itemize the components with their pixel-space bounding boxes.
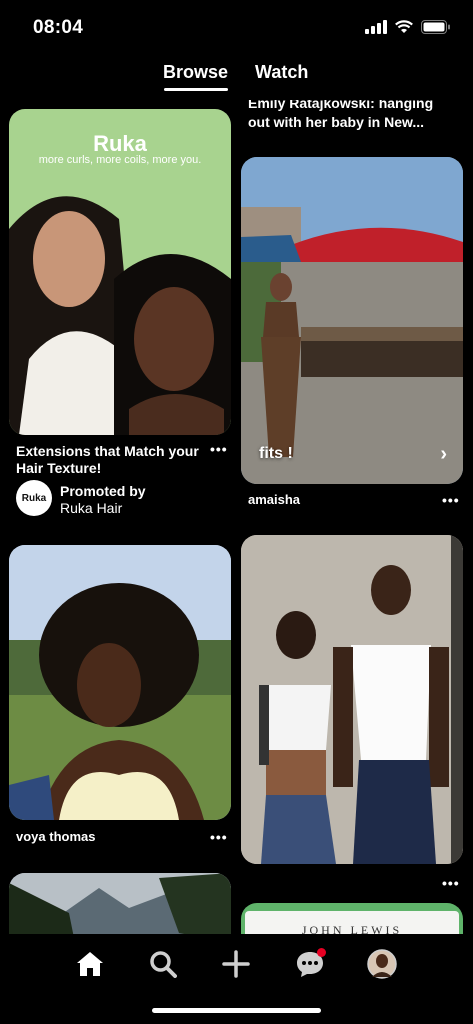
market-photo [241,157,463,484]
pin-voya-more-icon[interactable]: ••• [210,830,228,844]
notification-dot [317,948,326,957]
johnlewis-brand: JOHN LEWIS [301,923,403,934]
home-icon[interactable] [72,946,108,982]
pin-feed: Ruka more curls, more coils, more you. E… [0,100,473,934]
ruka-avatar[interactable]: Ruka [16,480,52,516]
ruka-models-photo [9,196,231,435]
johnlewis-card: JOHN LEWIS [245,911,459,934]
status-icons [365,20,451,34]
home-indicator [152,1008,321,1013]
tab-browse[interactable]: Browse [163,62,228,83]
advertiser-name[interactable]: Ruka Hair [60,500,122,516]
pin-ruka-title-line1[interactable]: Extensions that Match your [16,443,199,460]
top-tabs: Browse Watch [0,60,473,100]
pin-ruka-title-line2[interactable]: Hair Texture! [16,460,101,477]
signal-icon [365,20,387,34]
mountain-photo [9,873,231,934]
promoted-by-label: Promoted by [60,483,146,499]
pin-fits-overlay-text: fits ! [259,445,293,462]
pin-top-title-line2[interactable]: out with her baby in New... [248,114,424,131]
tab-watch[interactable]: Watch [255,62,308,83]
pin-fits-more-icon[interactable]: ••• [442,493,460,507]
profile-avatar[interactable] [364,946,400,982]
couple-photo [241,535,463,864]
status-bar: 08:04 [0,0,473,56]
pin-couple-more-icon[interactable]: ••• [442,876,460,890]
pin-fits-image[interactable]: fits ! › [241,157,463,484]
tab-active-underline [164,88,228,91]
wifi-icon [395,20,413,33]
search-icon[interactable] [145,946,181,982]
pin-ruka-image[interactable]: Ruka more curls, more coils, more you. [9,109,231,435]
pin-mountain-image[interactable] [9,873,231,934]
bottom-nav [0,934,473,1024]
battery-icon [421,20,450,34]
plus-icon[interactable] [218,946,254,982]
pin-ruka-more-icon[interactable]: ••• [210,442,228,456]
pin-fits-author[interactable]: amaisha [248,492,300,507]
status-time: 08:04 [33,17,84,38]
pin-top-title-line1[interactable]: Emily Ratajkowski: hanging [248,100,433,112]
portrait-photo [9,545,231,820]
pin-voya-author[interactable]: voya thomas [16,829,95,844]
chat-icon[interactable] [292,946,328,982]
pin-johnlewis-image[interactable]: JOHN LEWIS [241,903,463,934]
chevron-right-icon[interactable]: › [440,443,447,466]
pin-voya-image[interactable] [9,545,231,820]
pin-couple-image[interactable] [241,535,463,864]
